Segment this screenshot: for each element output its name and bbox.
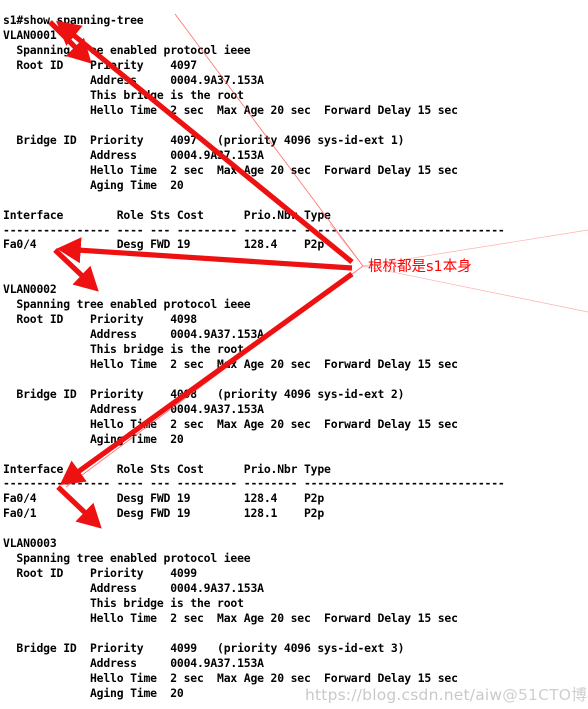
terminal-line: Address 0004.9A37.153A xyxy=(3,581,264,596)
terminal-line: Spanning tree enabled protocol ieee xyxy=(3,43,251,58)
terminal-line: ---------------- ---- --- --------- ----… xyxy=(3,476,505,491)
terminal-line: VLAN0003 xyxy=(3,536,57,551)
terminal-line: VLAN0001 xyxy=(3,28,57,43)
terminal-line: Fa0/1 Desg FWD 19 128.1 P2p xyxy=(3,506,325,521)
annotation-label: 根桥都是s1本身 xyxy=(368,259,472,275)
terminal-line: Aging Time 20 xyxy=(3,177,184,192)
terminal-output: s1#show spanning-tree VLAN0001 Spanning t… xyxy=(0,11,588,709)
terminal-line: Address 0004.9A37.153A xyxy=(3,401,264,416)
terminal-line: Interface Role Sts Cost Prio.Nbr Type xyxy=(3,207,331,222)
terminal-line: ---------------- ---- --- --------- ----… xyxy=(3,222,505,237)
terminal-line: Bridge ID Priority 4099 (priority 4096 s… xyxy=(3,640,405,655)
terminal-line: This bridge is the root xyxy=(3,342,244,357)
terminal-line: Bridge ID Priority 4098 (priority 4096 s… xyxy=(3,386,405,401)
terminal-line: Root ID Priority 4099 xyxy=(3,566,197,581)
terminal-line: Hello Time 2 sec Max Age 20 sec Forward … xyxy=(3,416,458,431)
terminal-line: s1#show spanning-tree xyxy=(3,13,144,28)
watermark-url: https://blog.csdn.net/aiw xyxy=(305,686,503,704)
terminal-line: Fa0/4 Desg FWD 19 128.4 P2p xyxy=(3,237,325,252)
terminal-line: Spanning tree enabled protocol ieee xyxy=(3,551,251,566)
terminal-line: Address 0004.9A37.153A xyxy=(3,73,264,88)
terminal-line: Hello Time 2 sec Max Age 20 sec Forward … xyxy=(3,162,458,177)
terminal-line: VLAN0002 xyxy=(3,282,57,297)
screenshot-root: s1#show spanning-tree VLAN0001 Spanning t… xyxy=(0,0,588,709)
terminal-line: Bridge ID Priority 4097 (priority 4096 s… xyxy=(3,132,405,147)
terminal-line: Interface Role Sts Cost Prio.Nbr Type xyxy=(3,461,331,476)
terminal-line: Hello Time 2 sec Max Age 20 sec Forward … xyxy=(3,610,458,625)
terminal-line: This bridge is the root xyxy=(3,88,244,103)
watermark-site: @51CTO博客 xyxy=(502,686,588,704)
terminal-line: Fa0/4 Desg FWD 19 128.4 P2p xyxy=(3,491,325,506)
terminal-line: Address 0004.9A37.153A xyxy=(3,327,264,342)
terminal-line: Root ID Priority 4098 xyxy=(3,312,197,327)
terminal-line: Hello Time 2 sec Max Age 20 sec Forward … xyxy=(3,356,458,371)
terminal-line: Address 0004.9A37.153A xyxy=(3,655,264,670)
watermark: https://blog.csdn.net/aiw@51CTO博客 xyxy=(305,683,588,705)
terminal-line: Hello Time 2 sec Max Age 20 sec Forward … xyxy=(3,103,458,118)
terminal-line: Address 0004.9A37.153A xyxy=(3,147,264,162)
terminal-line: Root ID Priority 4097 xyxy=(3,58,197,73)
terminal-line: This bridge is the root xyxy=(3,595,244,610)
terminal-line: Spanning tree enabled protocol ieee xyxy=(3,297,251,312)
terminal-line: Aging Time 20 xyxy=(3,431,184,446)
